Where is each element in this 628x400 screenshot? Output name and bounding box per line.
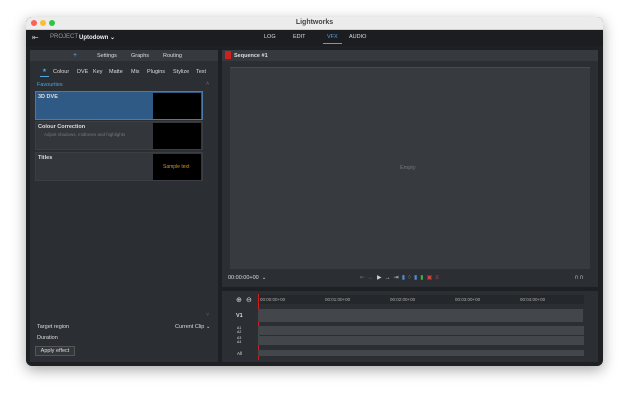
track-label-all: All (237, 351, 243, 356)
zoom-out-icon[interactable]: ⊖ (246, 296, 252, 304)
timecode-display[interactable]: 00:00:00+00 ⌄ (228, 275, 266, 281)
tab-audio[interactable]: AUDIO (349, 34, 366, 40)
scroll-down-icon[interactable]: ˅ (206, 312, 209, 318)
target-region-select[interactable]: Current Clip ⌄ (175, 324, 210, 330)
exit-icon[interactable]: ⇤ (32, 33, 39, 42)
track-label-v1: V1 (236, 313, 243, 319)
track-label-a3a4: A3 A4 (237, 336, 242, 344)
tab-vfx[interactable]: VFX (323, 34, 342, 44)
play-icon[interactable]: ▶ (377, 275, 385, 281)
time-ruler[interactable]: 00:00:00+00 00:01:00+00 00:02:00+00 00:0… (258, 295, 584, 304)
go-end-icon[interactable]: ⇥ (394, 275, 402, 281)
category-dve[interactable]: DVE (77, 69, 88, 75)
track-a1a2[interactable] (258, 326, 584, 335)
category-mix[interactable]: Mix (131, 69, 140, 75)
category-plugins[interactable]: Plugins (147, 69, 165, 75)
title-bar: Lightworks (26, 17, 603, 30)
track-v1[interactable] (258, 309, 583, 322)
target-region-label: Target region (37, 324, 70, 330)
transport-controls: ⇤←▶→⇥▮◊▮▮▣≡ (360, 274, 442, 281)
effects-panel: + Settings Graphs Routing ★ Colour DVE K… (30, 50, 218, 362)
timeline-panel: ⊕ ⊖ 00:00:00+00 00:01:00+00 00:02:00+00 … (222, 291, 598, 362)
category-matte[interactable]: Matte (109, 69, 123, 75)
track-a3a4[interactable] (258, 336, 584, 345)
effect-name: 3D DVE (38, 94, 58, 100)
effect-colour-correction[interactable]: Colour Correction Adjust shadows, midton… (35, 121, 203, 150)
project-selector[interactable]: Uptodown ⌄ (79, 34, 115, 41)
bookmark-icon (225, 51, 231, 59)
viewer-title: Sequence #1 (234, 53, 268, 59)
ruler-tick: 00:04:00+00 (520, 297, 546, 302)
effect-3d-dve[interactable]: 3D DVE (35, 91, 203, 120)
step-forward-icon[interactable]: → (385, 275, 394, 281)
ruler-tick: 00:01:00+00 (325, 297, 351, 302)
category-text[interactable]: Text (196, 69, 206, 75)
add-tab[interactable]: + (73, 52, 77, 59)
tab-settings[interactable]: Settings (97, 53, 117, 59)
target-region-value: Current Clip (175, 324, 205, 330)
top-bar: ⇤ PROJECT Uptodown ⌄ LOG EDIT VFX AUDIO (26, 30, 603, 46)
effect-thumbnail (153, 93, 201, 119)
effect-name: Colour Correction (38, 124, 86, 130)
track-all[interactable] (258, 350, 584, 356)
ruler-tick: 00:02:00+00 (390, 297, 416, 302)
duration-label: Duration (37, 335, 58, 341)
effect-description: Adjust shadows, midtones and highlights (44, 132, 126, 137)
ruler-tick: 00:03:00+00 (455, 297, 481, 302)
tab-graphs[interactable]: Graphs (131, 53, 149, 59)
collapse-icon[interactable]: ˄ (206, 81, 209, 87)
category-stylize[interactable]: Stylize (173, 69, 189, 75)
category-favourites[interactable]: ★ (40, 68, 49, 77)
effect-name: Titles (38, 155, 53, 161)
track-label-a1a2: A1 A2 (237, 326, 242, 334)
viewer-panel: Sequence #1 Empty 00:00:00+00 ⌄ ⇤←▶→⇥▮◊▮… (222, 50, 598, 287)
go-start-icon[interactable]: ⇤ (360, 275, 368, 281)
thumbnail-text: Sample text (163, 164, 190, 170)
category-key[interactable]: Key (93, 69, 102, 75)
replace-icon[interactable]: ≡ (435, 275, 442, 281)
effect-thumbnail: Sample text (153, 154, 201, 180)
window-title: Lightworks (295, 19, 334, 26)
section-favourites[interactable]: Favourites (37, 82, 63, 88)
timecode: 00:00:00+00 (228, 275, 259, 281)
ruler-tick: 00:00:00+00 (260, 297, 286, 302)
tab-routing[interactable]: Routing (163, 53, 182, 59)
viewer-canvas[interactable]: Empty (230, 67, 590, 269)
empty-label: Empty (400, 165, 416, 171)
step-back-icon[interactable]: ← (368, 275, 377, 281)
zoom-in-icon[interactable]: ⊕ (236, 296, 242, 304)
category-colour[interactable]: Colour (53, 69, 69, 75)
effect-thumbnail (153, 123, 201, 149)
insert-icon[interactable]: ▣ (427, 275, 436, 281)
tab-edit[interactable]: EDIT (293, 34, 306, 40)
app-window: Lightworks ⇤ PROJECT Uptodown ⌄ LOG EDIT… (26, 17, 603, 366)
effect-titles[interactable]: Titles Sample text (35, 152, 203, 181)
apply-effect-button[interactable]: Apply effect (35, 346, 75, 356)
audio-scrub-icon[interactable]: ∩∩ (574, 274, 584, 281)
project-name: Uptodown (79, 35, 109, 41)
project-label: PROJECT (50, 34, 79, 40)
tab-log[interactable]: LOG (264, 34, 276, 40)
